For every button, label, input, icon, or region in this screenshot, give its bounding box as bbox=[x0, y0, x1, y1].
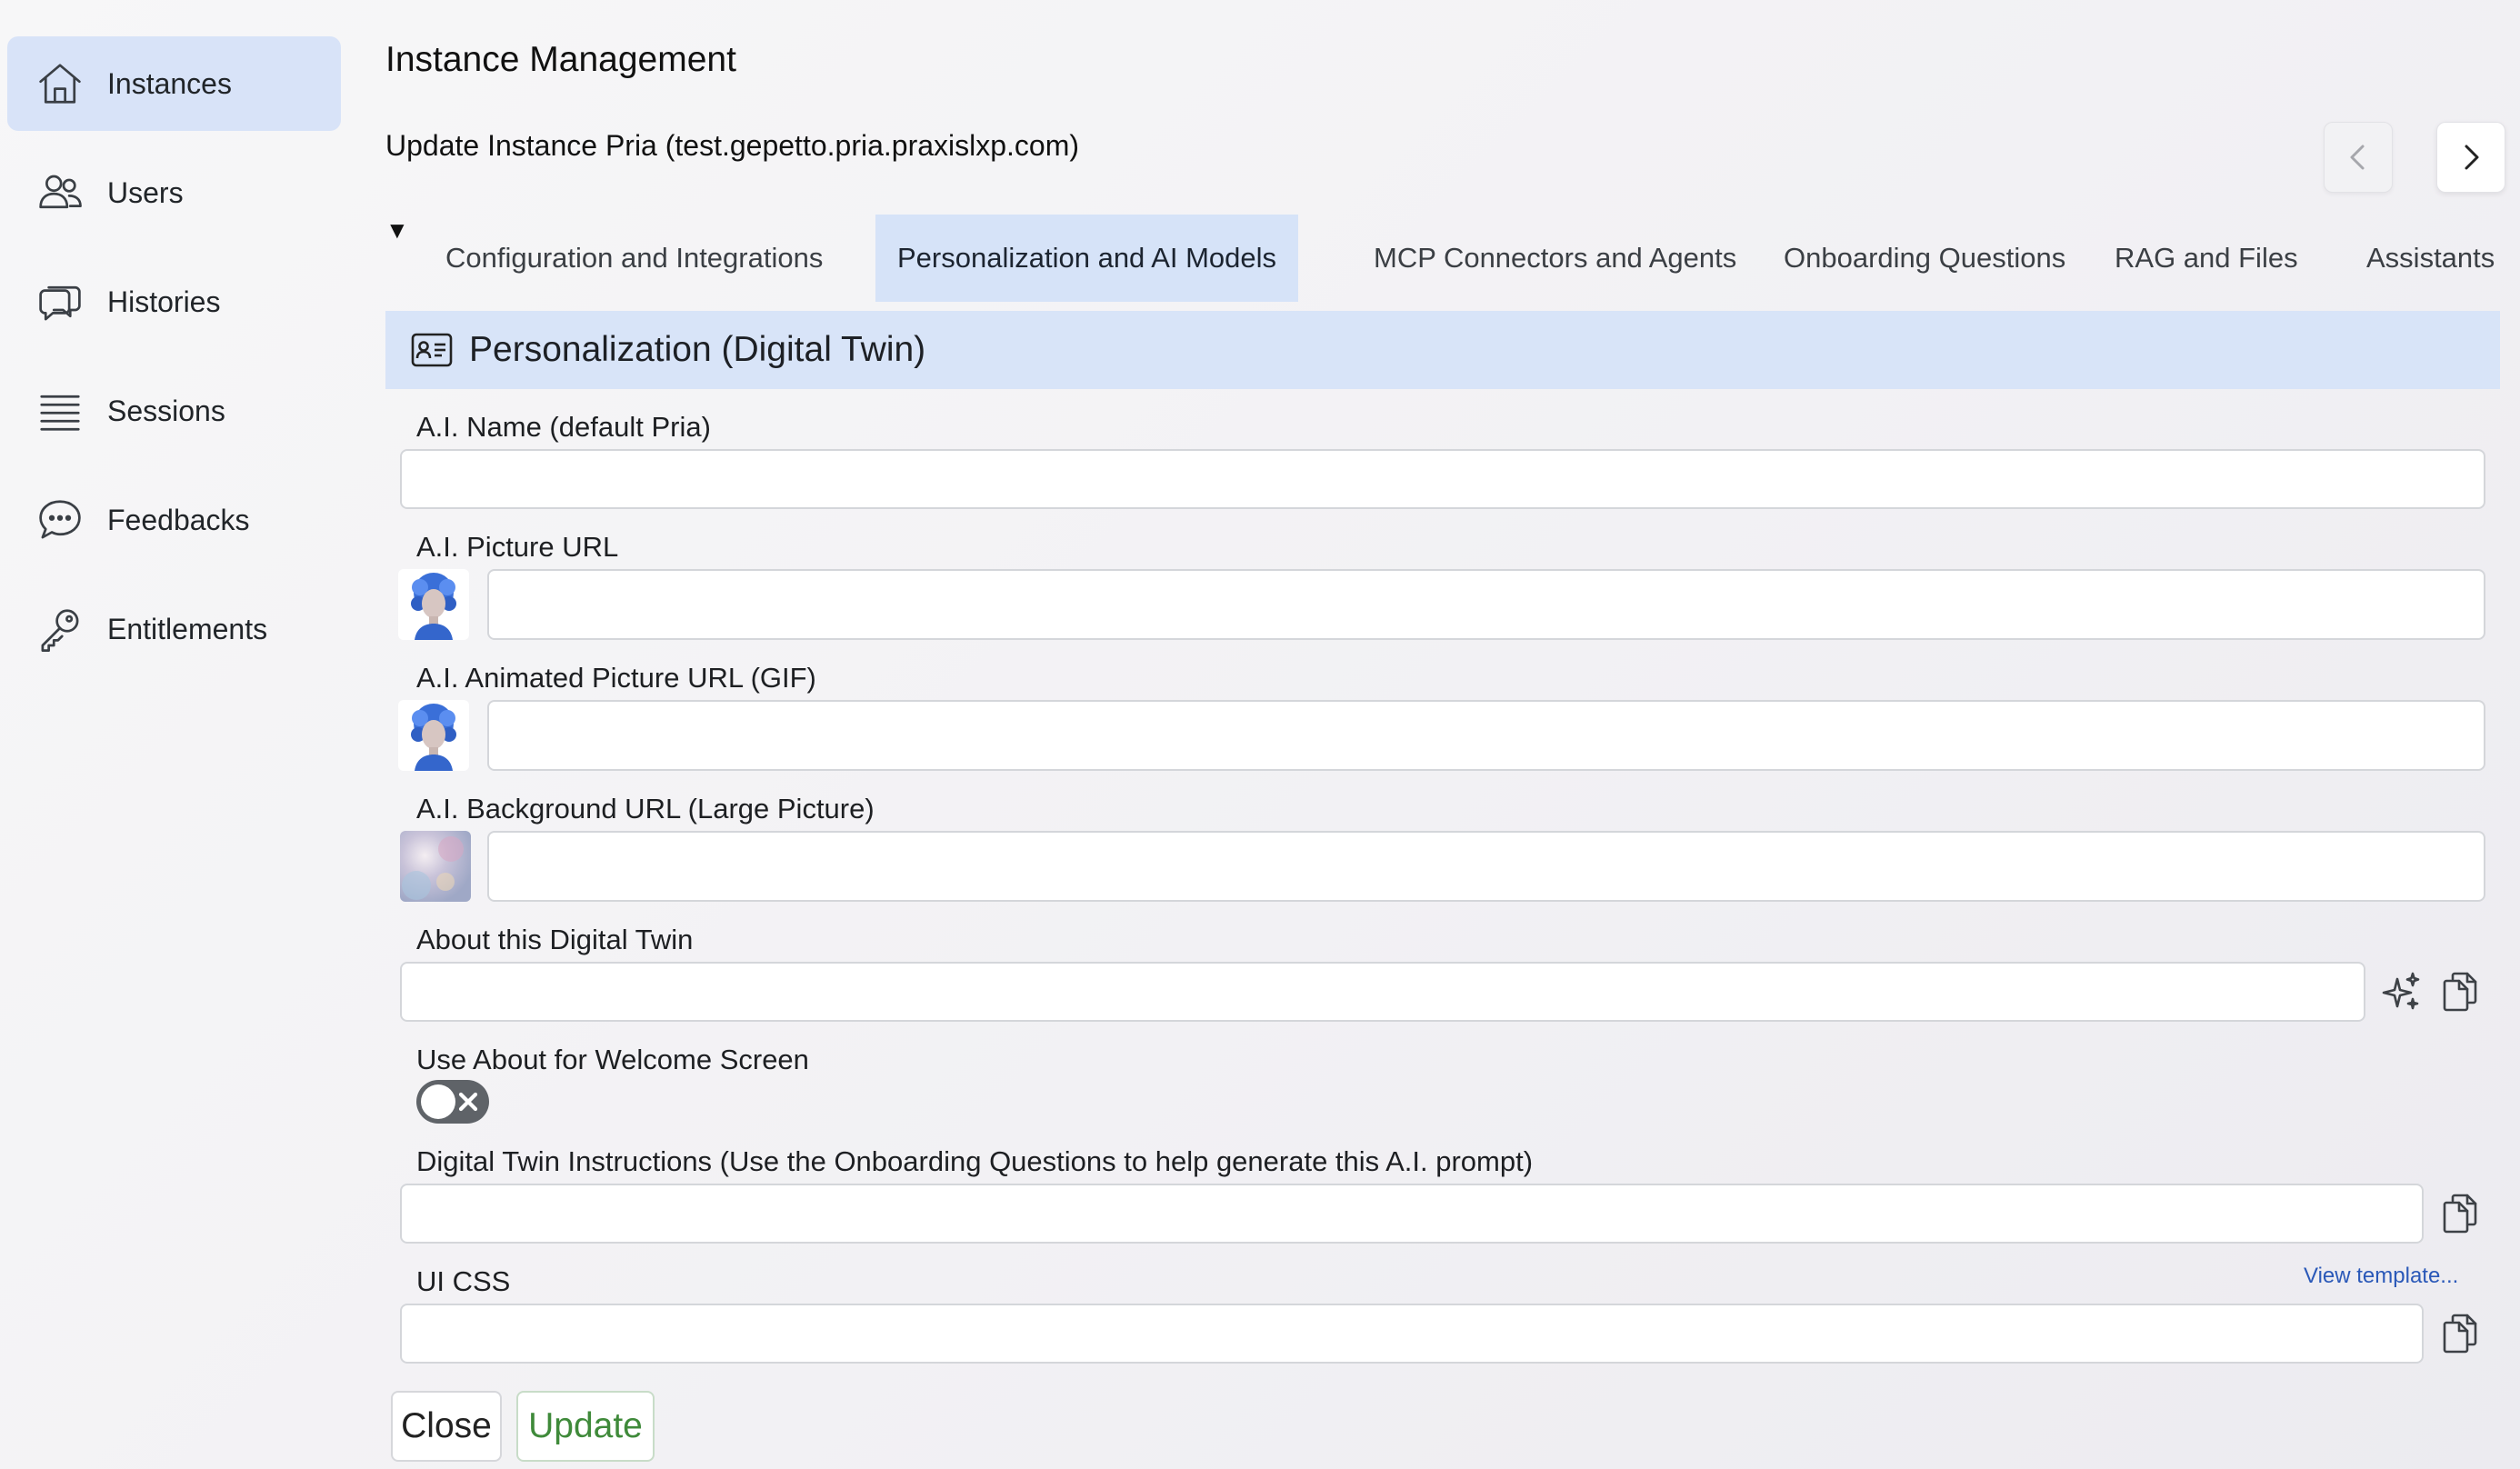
list-icon bbox=[35, 385, 85, 436]
copy-icon bbox=[2443, 1194, 2477, 1234]
ui-css-label: UI CSS bbox=[416, 1265, 511, 1297]
instructions-label: Digital Twin Instructions (Use the Onboa… bbox=[416, 1145, 1534, 1177]
view-template-link[interactable]: View template... bbox=[2304, 1264, 2458, 1289]
chat-bubbles-icon bbox=[35, 276, 85, 327]
chevron-left-icon bbox=[2350, 145, 2365, 170]
ai-background-preview bbox=[400, 831, 471, 902]
sparkles-icon bbox=[2382, 972, 2420, 1010]
sidebar-item-feedbacks[interactable]: Feedbacks bbox=[7, 473, 341, 567]
x-icon bbox=[455, 1088, 482, 1115]
chat-dots-icon bbox=[35, 495, 85, 545]
toggle-knob bbox=[421, 1084, 455, 1119]
sidebar: Instances Users Histories Sessions Feedb… bbox=[0, 0, 355, 1469]
home-icon bbox=[35, 58, 85, 109]
copy-icon bbox=[2443, 972, 2477, 1012]
collapse-toggle[interactable]: ▼ bbox=[385, 216, 409, 245]
use-about-label: Use About for Welcome Screen bbox=[416, 1044, 809, 1075]
main-content: Instance Management Update Instance Pria… bbox=[385, 0, 2509, 1469]
previous-button[interactable] bbox=[2324, 122, 2393, 193]
tab-configuration-integrations[interactable]: Configuration and Integrations bbox=[424, 215, 845, 302]
ai-animated-picture-url-input[interactable] bbox=[487, 700, 2485, 771]
tab-onboarding-questions[interactable]: Onboarding Questions bbox=[1762, 215, 2087, 302]
sidebar-item-label: Instances bbox=[107, 66, 232, 100]
sidebar-item-label: Histories bbox=[107, 285, 221, 318]
ai-background-url-input[interactable] bbox=[487, 831, 2485, 902]
section-header: Personalization (Digital Twin) bbox=[385, 311, 2500, 389]
sidebar-item-sessions[interactable]: Sessions bbox=[7, 364, 341, 458]
ui-css-input[interactable] bbox=[400, 1304, 2424, 1364]
instructions-input[interactable] bbox=[400, 1184, 2424, 1244]
tab-mcp-connectors-agents[interactable]: MCP Connectors and Agents bbox=[1352, 215, 1758, 302]
ai-avatar-preview bbox=[398, 569, 469, 640]
ai-animated-picture-url-label: A.I. Animated Picture URL (GIF) bbox=[416, 662, 816, 694]
sidebar-item-histories[interactable]: Histories bbox=[7, 255, 341, 349]
key-icon bbox=[35, 604, 85, 655]
ai-animated-avatar-preview bbox=[398, 700, 469, 771]
section-title: Personalization (Digital Twin) bbox=[469, 330, 926, 369]
page-title: Instance Management bbox=[385, 40, 736, 79]
ai-picture-url-input[interactable] bbox=[487, 569, 2485, 640]
sidebar-item-instances[interactable]: Instances bbox=[7, 36, 341, 131]
next-button[interactable] bbox=[2436, 122, 2505, 193]
about-input[interactable] bbox=[400, 962, 2365, 1022]
update-button[interactable]: Update bbox=[516, 1391, 655, 1462]
ai-picture-url-label: A.I. Picture URL bbox=[416, 531, 619, 563]
sidebar-item-label: Feedbacks bbox=[107, 503, 250, 536]
page-subtitle: Update Instance Pria (test.gepetto.pria.… bbox=[385, 129, 1080, 162]
sidebar-item-entitlements[interactable]: Entitlements bbox=[7, 582, 341, 676]
sidebar-item-label: Sessions bbox=[107, 394, 225, 427]
tab-assistants[interactable]: Assistants bbox=[2345, 215, 2516, 302]
id-card-icon bbox=[411, 332, 453, 368]
ai-generate-button[interactable] bbox=[2376, 967, 2425, 1016]
tab-bar: ▼ Configuration and Integrations Persona… bbox=[385, 215, 2509, 302]
copy-ui-css-button[interactable] bbox=[2435, 1309, 2484, 1358]
tab-rag-files[interactable]: RAG and Files bbox=[2093, 215, 2320, 302]
tab-personalization-ai-models[interactable]: Personalization and AI Models bbox=[875, 215, 1299, 302]
chevron-right-icon bbox=[2465, 145, 2479, 170]
about-label: About this Digital Twin bbox=[416, 924, 694, 955]
ai-name-label: A.I. Name (default Pria) bbox=[416, 411, 711, 443]
use-about-toggle[interactable] bbox=[416, 1080, 489, 1124]
users-icon bbox=[35, 167, 85, 218]
close-button[interactable]: Close bbox=[391, 1391, 502, 1462]
sidebar-item-label: Users bbox=[107, 175, 184, 209]
ai-name-input[interactable] bbox=[400, 449, 2485, 509]
copy-about-button[interactable] bbox=[2435, 967, 2484, 1016]
copy-icon bbox=[2443, 1314, 2477, 1354]
copy-instructions-button[interactable] bbox=[2435, 1189, 2484, 1238]
sidebar-item-label: Entitlements bbox=[107, 612, 268, 645]
sidebar-item-users[interactable]: Users bbox=[7, 145, 341, 240]
ai-background-url-label: A.I. Background URL (Large Picture) bbox=[416, 793, 875, 824]
